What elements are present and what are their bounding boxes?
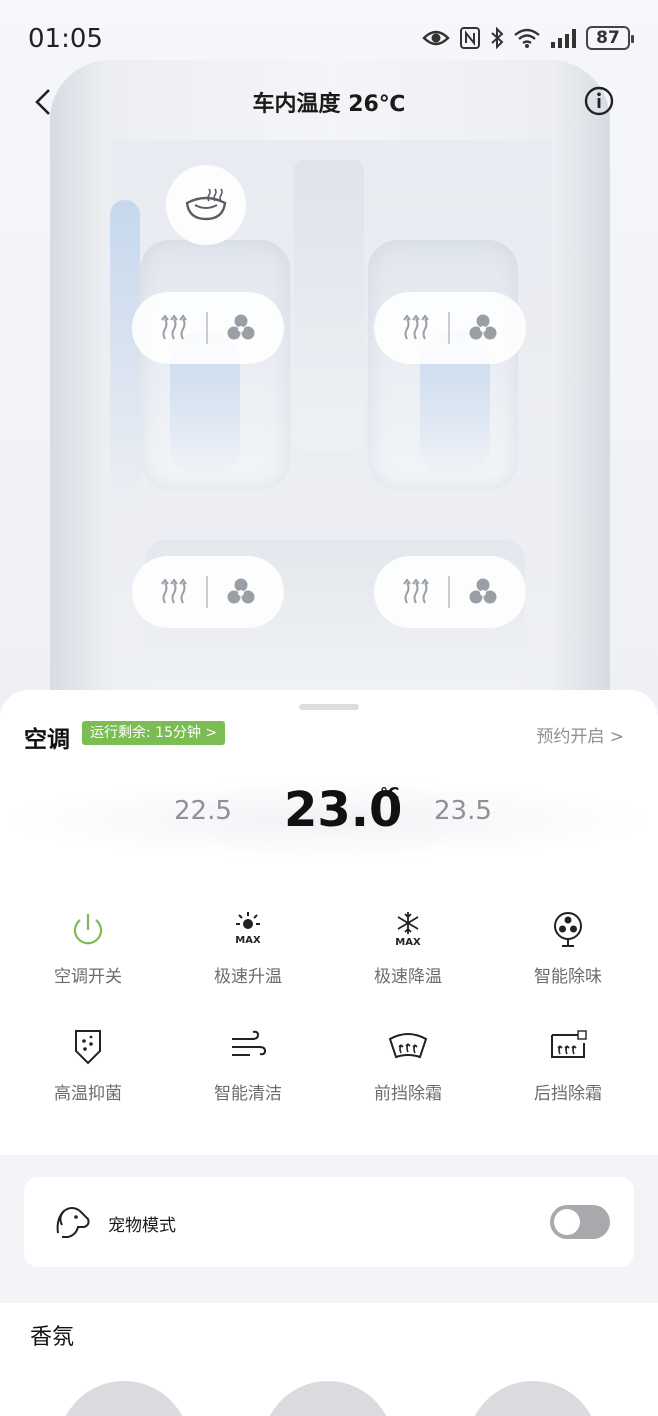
- snowflake-max-icon: MAX: [395, 912, 421, 948]
- power-icon: [73, 914, 103, 945]
- temperature-selector[interactable]: 22.5 23.0 ℃ 23.5: [0, 780, 658, 860]
- fast-heat-button[interactable]: MAX 极速升温: [178, 910, 318, 1000]
- top-header: 车内温度 26℃: [0, 80, 658, 124]
- fan-icon[interactable]: [467, 312, 499, 344]
- divider: [205, 312, 208, 344]
- seat-control-rear-right: [374, 556, 526, 628]
- steering-wheel-heat-button[interactable]: [166, 165, 246, 245]
- fragrance-option-3[interactable]: [467, 1381, 599, 1416]
- tile-label: 极速降温: [374, 967, 442, 987]
- fragrance-option-1[interactable]: [58, 1381, 190, 1416]
- tile-label: 空调开关: [54, 967, 122, 987]
- fan-icon[interactable]: [225, 312, 257, 344]
- fragrance-title: 香氛: [30, 1325, 75, 1350]
- signal-icon: [551, 29, 576, 48]
- toggle-knob: [554, 1209, 580, 1235]
- sun-max-icon: MAX: [235, 912, 261, 946]
- status-time: 01:05: [28, 24, 103, 54]
- bluetooth-icon: [491, 27, 504, 49]
- rear-defrost-button[interactable]: 后挡除霜: [498, 1027, 638, 1117]
- tile-label: 后挡除霜: [534, 1084, 602, 1104]
- fan-icon[interactable]: [467, 576, 499, 608]
- shield-bacteria-icon: [75, 1030, 101, 1065]
- front-defrost-icon: [388, 1033, 428, 1059]
- front-defrost-button[interactable]: 前挡除霜: [338, 1027, 478, 1117]
- tile-label: 极速升温: [214, 967, 282, 987]
- temp-lower[interactable]: 22.5: [174, 796, 232, 826]
- status-icons: 87: [422, 26, 634, 50]
- eye-icon: [422, 30, 450, 46]
- temp-unit: ℃: [380, 784, 400, 803]
- battery-icon: 87: [586, 26, 634, 50]
- nfc-icon: [460, 27, 480, 49]
- tile-label: 高温抑菌: [54, 1084, 122, 1104]
- status-bar: 01:05 87: [0, 0, 658, 80]
- svg-text:MAX: MAX: [235, 935, 261, 946]
- seat-heat-icon[interactable]: [401, 577, 431, 607]
- svg-text:MAX: MAX: [395, 937, 421, 948]
- tile-label: 智能清洁: [214, 1084, 282, 1104]
- fragrance-option-2[interactable]: [262, 1381, 394, 1416]
- page-title: 车内温度 26℃: [252, 92, 406, 117]
- divider: [447, 312, 450, 344]
- steering-wheel-heat-icon: [185, 188, 227, 221]
- dog-icon: [56, 1207, 90, 1238]
- high-temp-sterilize-button[interactable]: 高温抑菌: [18, 1027, 158, 1117]
- airflow-left: [110, 200, 140, 500]
- wifi-icon: [514, 28, 540, 48]
- fast-cool-button[interactable]: MAX 极速降温: [338, 910, 478, 1000]
- seat-heat-icon[interactable]: [401, 313, 431, 343]
- smart-deodorize-button[interactable]: 智能除味: [498, 910, 638, 1000]
- ac-panel: 空调 运行剩余: 15分钟 > 预约开启 > 22.5 23.0 ℃ 23.5 …: [0, 690, 658, 1155]
- sheet-handle[interactable]: [299, 704, 359, 710]
- pet-mode-card: 宠物模式: [24, 1177, 634, 1267]
- fragrance-section: 香氛: [0, 1303, 658, 1416]
- seat-control-front-left: [132, 292, 284, 364]
- seat-heat-icon[interactable]: [159, 577, 189, 607]
- ac-power-button[interactable]: 空调开关: [18, 910, 158, 1000]
- temp-higher[interactable]: 23.5: [434, 796, 492, 826]
- run-remaining-badge[interactable]: 运行剩余: 15分钟 >: [82, 721, 226, 745]
- divider: [205, 576, 208, 608]
- center-console: [294, 160, 364, 450]
- info-icon[interactable]: [584, 86, 614, 116]
- smart-clean-button[interactable]: 智能清洁: [178, 1027, 318, 1117]
- wind-clean-icon: [232, 1030, 267, 1056]
- climate-page: 01:05 87 车内温度 26℃ 空调 运行剩余: 15分钟 > 预约开启 >…: [0, 0, 658, 1416]
- ac-label: 空调: [24, 727, 70, 753]
- fan-deodorize-icon: [554, 912, 582, 947]
- pet-mode-toggle[interactable]: [550, 1205, 610, 1239]
- tile-label: 智能除味: [534, 967, 602, 987]
- pet-mode-label: 宠物模式: [108, 1216, 176, 1236]
- tile-label: 前挡除霜: [374, 1084, 442, 1104]
- seat-control-front-right: [374, 292, 526, 364]
- rear-defrost-icon: [551, 1030, 587, 1058]
- seat-control-rear-left: [132, 556, 284, 628]
- fan-icon[interactable]: [225, 576, 257, 608]
- schedule-button[interactable]: 预约开启 >: [536, 722, 624, 747]
- seat-heat-icon[interactable]: [159, 313, 189, 343]
- divider: [447, 576, 450, 608]
